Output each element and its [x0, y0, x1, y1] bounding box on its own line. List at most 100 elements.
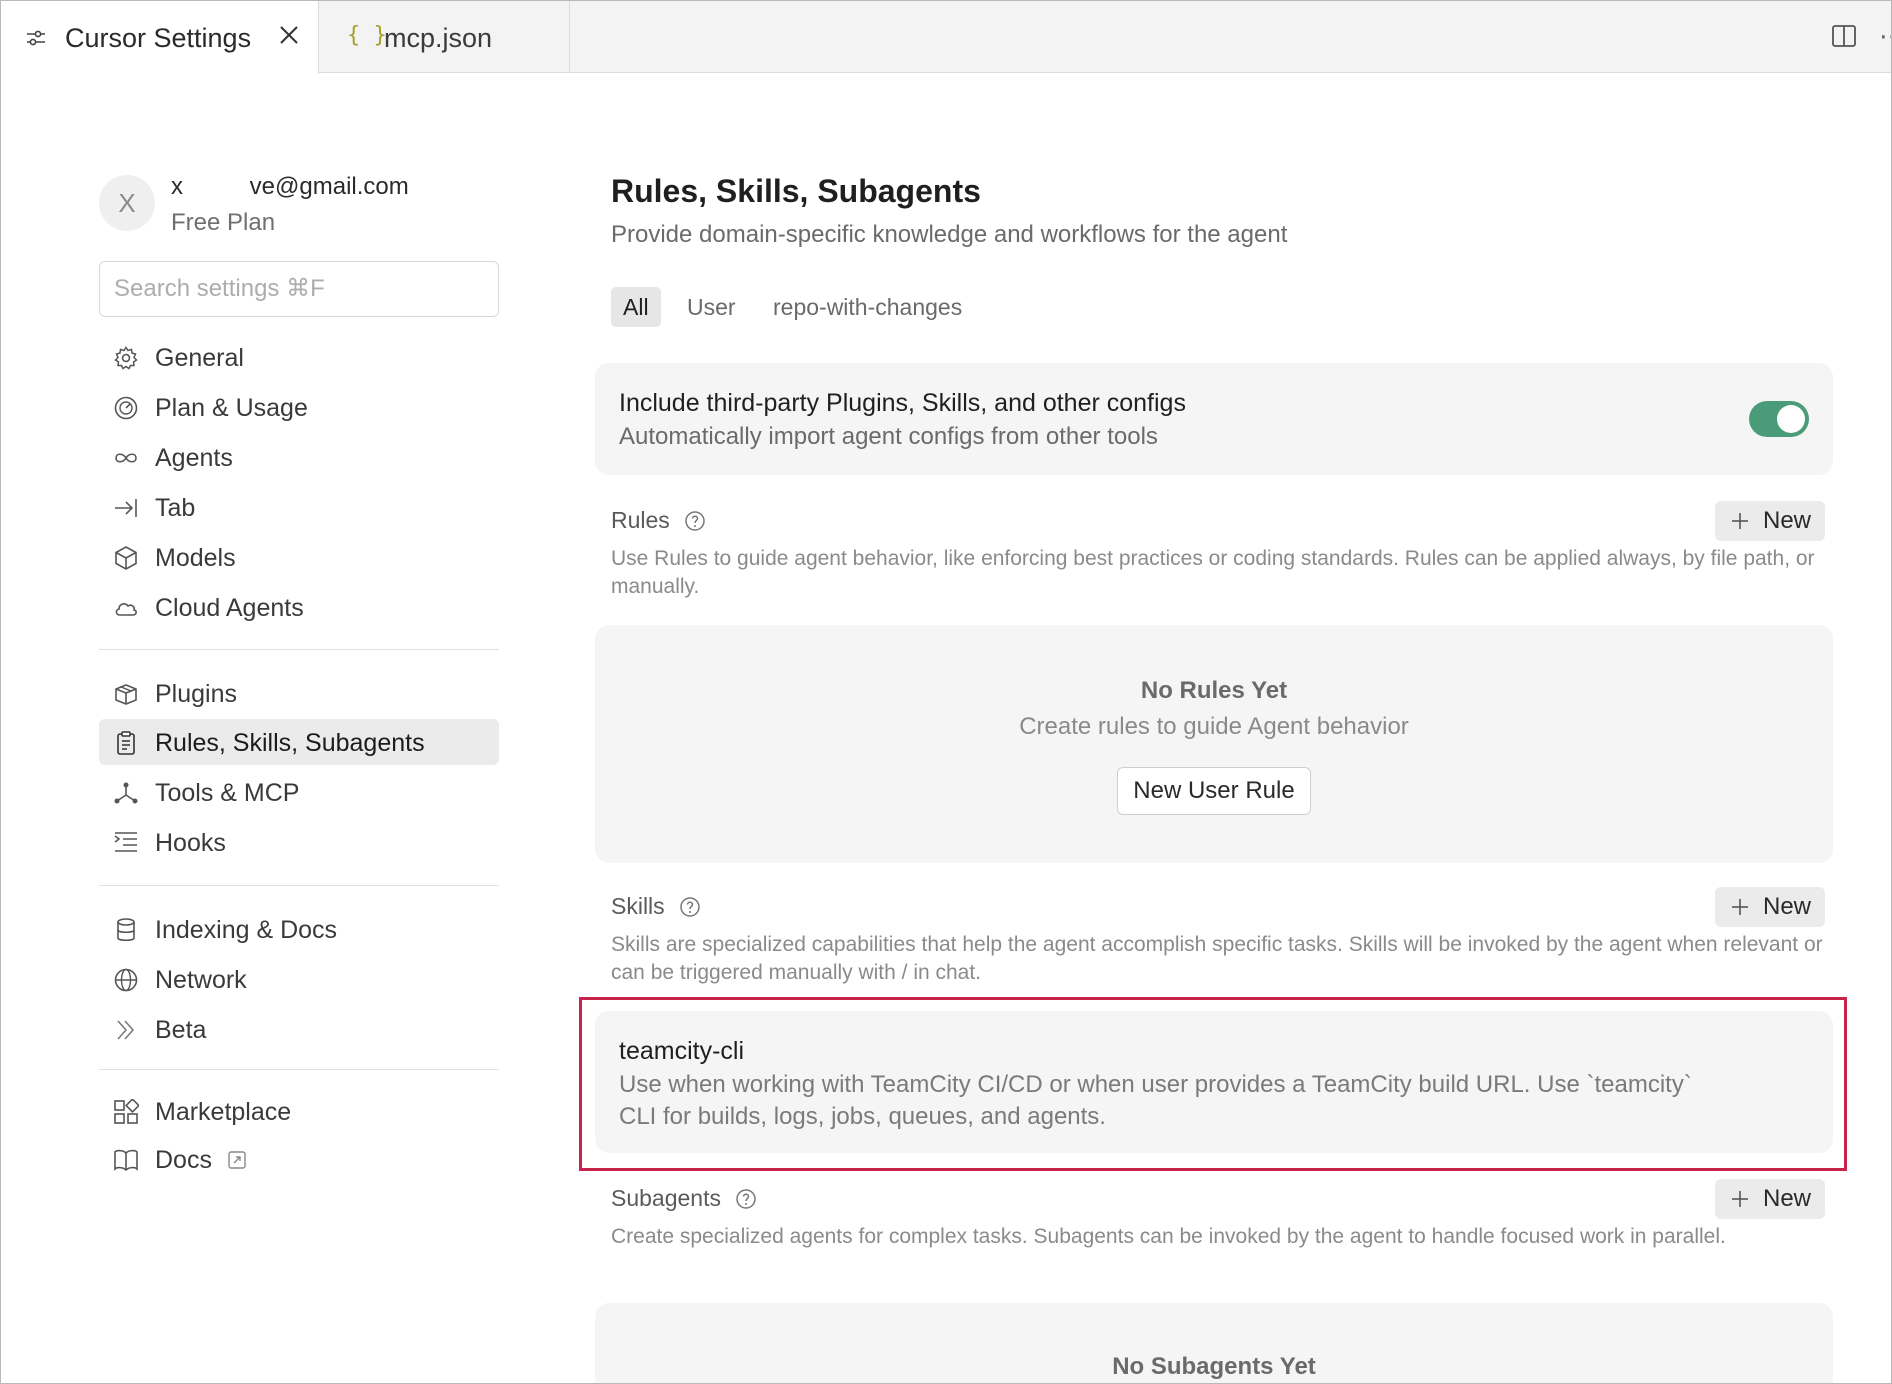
- more-actions-icon[interactable]: ⋯: [1879, 23, 1891, 49]
- skills-description: Skills are specialized capabilities that…: [611, 933, 1823, 984]
- sidebar-item-tools-mcp[interactable]: Tools & MCP: [99, 769, 499, 815]
- subagents-empty-title: No Subagents Yet: [1112, 1353, 1316, 1380]
- nodes-icon: [114, 782, 138, 804]
- sidebar-item-label: Rules, Skills, Subagents: [155, 729, 425, 757]
- sidebar-item-docs[interactable]: Docs: [99, 1136, 499, 1182]
- settings-window: Cursor Settings { } mcp.json ⋯ X x ve@gm…: [0, 0, 1892, 1384]
- third-party-title: Include third-party Plugins, Skills, and…: [619, 389, 1186, 417]
- tab-cursor-settings[interactable]: Cursor Settings: [1, 1, 319, 74]
- avatar: X: [99, 175, 155, 231]
- help-icon[interactable]: [679, 896, 701, 918]
- sidebar-item-plan-usage[interactable]: Plan & Usage: [99, 384, 499, 430]
- rules-title-label: Rules: [611, 507, 670, 533]
- tab-label: Cursor Settings: [65, 23, 252, 53]
- grid-plus-icon: [114, 1099, 139, 1124]
- sidebar-item-label: Indexing & Docs: [155, 916, 338, 944]
- sidebar-divider: [99, 649, 499, 650]
- subagents-title-label: Subagents: [611, 1185, 721, 1211]
- json-braces-icon: { }: [347, 23, 387, 48]
- tab-mcp-json[interactable]: { } mcp.json: [319, 1, 570, 73]
- plus-icon: [1732, 899, 1748, 915]
- sidebar-item-general[interactable]: General: [99, 334, 499, 380]
- sidebar-item-agents[interactable]: Agents: [99, 434, 499, 480]
- sidebar-item-tab[interactable]: Tab: [99, 484, 499, 530]
- new-skill-button[interactable]: New: [1715, 887, 1825, 927]
- sidebar-item-label: General: [155, 344, 244, 372]
- account-plan: Free Plan: [171, 209, 276, 236]
- subagents-description: Create specialized agents for complex ta…: [611, 1225, 1726, 1248]
- gauge-icon: [114, 396, 138, 420]
- new-button-label: New: [1763, 893, 1812, 920]
- sidebar-item-label: Cloud Agents: [155, 594, 304, 622]
- sidebar-item-indexing-docs[interactable]: Indexing & Docs: [99, 906, 499, 952]
- sidebar-item-beta[interactable]: Beta: [99, 1006, 499, 1052]
- sidebar-item-label: Plan & Usage: [155, 394, 308, 422]
- infinity-icon: [115, 453, 137, 463]
- book-icon: [114, 1149, 138, 1172]
- new-rule-button[interactable]: New: [1715, 501, 1825, 541]
- close-icon[interactable]: [277, 23, 301, 47]
- list-indent-icon: [114, 832, 137, 852]
- rules-description: Use Rules to guide agent behavior, like …: [611, 547, 1815, 598]
- third-party-configs-card: Include third-party Plugins, Skills, and…: [595, 363, 1833, 475]
- plus-icon: [1732, 1191, 1748, 1207]
- sidebar-item-label: Marketplace: [155, 1098, 292, 1126]
- plus-icon: [1732, 513, 1748, 529]
- filter-user[interactable]: User: [675, 287, 748, 327]
- new-button-label: New: [1763, 1185, 1812, 1212]
- database-icon: [117, 918, 135, 942]
- sidebar-item-label: Tools & MCP: [155, 779, 300, 807]
- third-party-description: Automatically import agent configs from …: [619, 423, 1158, 450]
- sidebar-item-cloud-agents[interactable]: Cloud Agents: [99, 584, 499, 630]
- cube-icon: [115, 546, 137, 570]
- subagents-section-title: Subagents: [611, 1185, 757, 1212]
- sidebar-item-label: Hooks: [155, 829, 226, 857]
- sidebar-item-models[interactable]: Models: [99, 534, 499, 580]
- cloud-icon: [115, 603, 137, 616]
- skills-title-label: Skills: [611, 893, 665, 919]
- toggle-knob: [1777, 405, 1805, 433]
- clipboard-icon: [117, 731, 135, 755]
- new-user-rule-button[interactable]: New User Rule: [1117, 767, 1311, 815]
- page-subtitle: Provide domain-specific knowledge and wo…: [611, 221, 1288, 248]
- split-editor-icon[interactable]: [1831, 23, 1857, 49]
- sidebar-item-label: Plugins: [155, 680, 237, 708]
- sidebar-divider: [99, 885, 499, 886]
- filter-all[interactable]: All: [611, 287, 661, 327]
- sidebar-item-label: Beta: [155, 1016, 207, 1044]
- external-link-icon: [228, 1151, 246, 1169]
- new-subagent-button[interactable]: New: [1715, 1179, 1825, 1219]
- rules-empty-card: No Rules Yet Create rules to guide Agent…: [595, 625, 1833, 863]
- editor-tab-bar: Cursor Settings { } mcp.json ⋯: [1, 1, 1891, 74]
- gear-icon: [114, 346, 138, 370]
- sidebar-item-label: Models: [155, 544, 236, 572]
- sidebar-item-label: Docs: [155, 1146, 212, 1174]
- skills-section-title: Skills: [611, 893, 701, 920]
- sidebar-item-rules-skills-subagents[interactable]: Rules, Skills, Subagents: [99, 719, 499, 765]
- new-button-label: New: [1763, 507, 1812, 534]
- rules-empty-title: No Rules Yet: [1140, 677, 1288, 704]
- account-email: x ve@gmail.com: [171, 173, 409, 200]
- sidebar-item-plugins[interactable]: Plugins: [99, 670, 499, 716]
- sidebar-item-hooks[interactable]: Hooks: [99, 819, 499, 865]
- sidebar-item-marketplace[interactable]: Marketplace: [99, 1088, 499, 1134]
- rules-empty-subtitle: Create rules to guide Agent behavior: [1019, 713, 1409, 740]
- tab-label: mcp.json: [384, 23, 493, 53]
- double-chevron-icon: [117, 1020, 135, 1040]
- sidebar-item-label: Network: [155, 966, 247, 994]
- subagents-empty-card: No Subagents Yet: [595, 1303, 1833, 1383]
- sidebar-item-label: Agents: [155, 444, 233, 472]
- filter-repo-with-changes[interactable]: repo-with-changes: [761, 287, 974, 327]
- help-icon[interactable]: [735, 1188, 757, 1210]
- globe-icon: [114, 968, 138, 992]
- page-title: Rules, Skills, Subagents: [611, 173, 981, 209]
- sidebar-item-network[interactable]: Network: [99, 956, 499, 1002]
- help-icon[interactable]: [684, 510, 706, 532]
- rules-section-title: Rules: [611, 507, 706, 534]
- third-party-toggle[interactable]: [1749, 401, 1809, 437]
- sidebar-divider: [99, 1069, 499, 1070]
- search-input[interactable]: [99, 261, 499, 317]
- highlight-box: [579, 997, 1847, 1171]
- package-icon: [115, 684, 137, 705]
- tab-arrow-icon: [115, 499, 137, 517]
